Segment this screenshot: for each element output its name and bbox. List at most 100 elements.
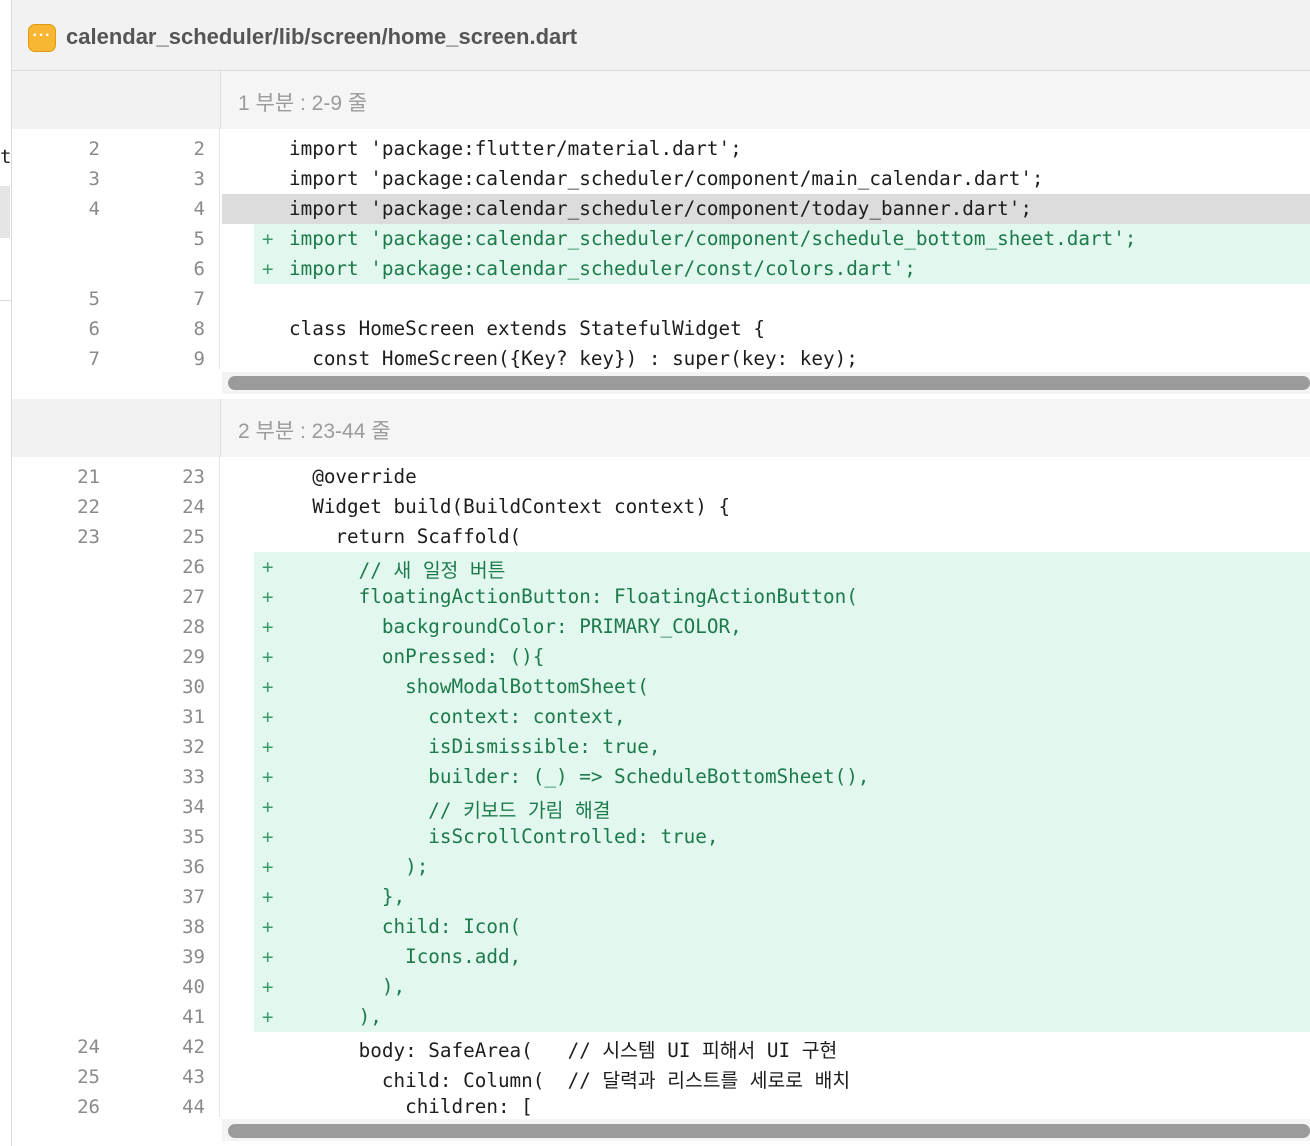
- old-line-number: 6: [88, 318, 100, 340]
- old-line-number: 5: [88, 288, 100, 310]
- added-marker: +: [262, 916, 274, 938]
- code-text: ),: [289, 1005, 382, 1028]
- added-marker: +: [262, 556, 274, 578]
- diff-line: 24 42 body: SafeArea( // 시스템 UI 피해서 UI 구현: [12, 1032, 1310, 1062]
- ellipsis-icon[interactable]: ···: [28, 24, 56, 52]
- code-text: floatingActionButton: FloatingActionButt…: [289, 585, 858, 608]
- new-line-number: 38: [182, 916, 205, 938]
- new-line-number: 32: [182, 736, 205, 758]
- diff-line: 6 8 class HomeScreen extends StatefulWidge…: [12, 314, 1310, 344]
- code-text: onPressed: (){: [289, 645, 545, 668]
- old-line-number: 26: [77, 1096, 100, 1118]
- new-line-number: 31: [182, 706, 205, 728]
- diff-line-added: 38 + child: Icon(: [12, 912, 1310, 942]
- section-title: 1 부분 : 2-9 줄: [238, 92, 368, 115]
- diff-line: 22 24 Widget build(BuildContext context) …: [12, 492, 1310, 522]
- new-line-number: 3: [193, 168, 205, 190]
- diff-line: 21 23 @override: [12, 462, 1310, 492]
- new-line-number: 34: [182, 796, 205, 818]
- new-line-number: 42: [182, 1036, 205, 1058]
- added-marker: +: [262, 976, 274, 998]
- old-line-number: 4: [88, 198, 100, 220]
- code-text: backgroundColor: PRIMARY_COLOR,: [289, 615, 742, 638]
- code-text: import 'package:flutter/material.dart';: [289, 137, 742, 160]
- code-text: showModalBottomSheet(: [289, 675, 649, 698]
- new-line-number: 28: [182, 616, 205, 638]
- diff-line: 57: [12, 284, 1310, 314]
- section-title: 2 부분 : 23-44 줄: [238, 420, 391, 443]
- diff-line: 7 9 const HomeScreen({Key? key}) : super(…: [12, 344, 1310, 369]
- added-marker: +: [262, 1006, 274, 1028]
- code-text: Icons.add,: [289, 945, 522, 968]
- code-text: isScrollControlled: true,: [289, 825, 719, 848]
- diff-line: 4 4 import 'package:calendar_scheduler/com…: [12, 194, 1310, 224]
- old-line-number: 25: [77, 1066, 100, 1088]
- diff-line-added: 6 + import 'package:calendar_scheduler/con…: [12, 254, 1310, 284]
- new-line-number: 6: [193, 258, 205, 280]
- added-marker: +: [262, 228, 274, 250]
- new-line-number: 43: [182, 1066, 205, 1088]
- diff-line-added: 27 + floatingActionButton: FloatingAction…: [12, 582, 1310, 612]
- new-line-number: 41: [182, 1006, 205, 1028]
- new-line-number: 24: [182, 496, 205, 518]
- new-line-number: 27: [182, 586, 205, 608]
- diff-line-added: 33 + builder: (_) => ScheduleBottomSheet(…: [12, 762, 1310, 792]
- added-marker: +: [262, 766, 274, 788]
- section-header-1: 1 부분 : 2-9 줄: [12, 71, 1310, 129]
- code-text: import 'package:calendar_scheduler/compo…: [289, 227, 1137, 250]
- new-line-number: 26: [182, 556, 205, 578]
- diff-line-added: 31 + context: context,: [12, 702, 1310, 732]
- diff-line: 3 3 import 'package:calendar_scheduler/com…: [12, 164, 1310, 194]
- code-text: @override: [289, 465, 417, 488]
- new-line-number: 2: [193, 138, 205, 160]
- code-text: // 키보드 가림 해결: [289, 799, 611, 822]
- code-text: children: [: [289, 1095, 533, 1118]
- new-line-number: 4: [193, 198, 205, 220]
- diff-section-1: 2 2 import 'package:flutter/material.dart'…: [12, 134, 1310, 369]
- old-line-number: 24: [77, 1036, 100, 1058]
- added-marker: +: [262, 676, 274, 698]
- new-line-number: 37: [182, 886, 205, 908]
- diff-section-2: 21 23 @override 22 24 Widget build(BuildCon…: [12, 462, 1310, 1118]
- left-panel-selection: [0, 186, 10, 238]
- added-marker: +: [262, 646, 274, 668]
- added-marker: +: [262, 586, 274, 608]
- left-panel-text-fragment: t: [0, 146, 12, 168]
- new-line-number: 33: [182, 766, 205, 788]
- new-line-number: 35: [182, 826, 205, 848]
- added-marker: +: [262, 886, 274, 908]
- code-text: context: context,: [289, 705, 626, 728]
- code-text: child: Icon(: [289, 915, 522, 938]
- new-line-number: 8: [193, 318, 205, 340]
- code-text: Widget build(BuildContext context) {: [289, 495, 731, 518]
- code-text: ),: [289, 975, 406, 998]
- added-marker: +: [262, 736, 274, 758]
- added-marker: +: [262, 826, 274, 848]
- diff-line: 2 2 import 'package:flutter/material.dart'…: [12, 134, 1310, 164]
- added-marker: +: [262, 706, 274, 728]
- code-text: );: [289, 855, 429, 878]
- diff-line-added: 37 + },: [12, 882, 1310, 912]
- new-line-number: 9: [193, 348, 205, 369]
- added-marker: +: [262, 258, 274, 280]
- file-header: ··· calendar_scheduler/lib/screen/home_s…: [12, 0, 1310, 71]
- horizontal-scrollbar[interactable]: [228, 376, 1310, 390]
- code-text: child: Column( // 달력과 리스트를 세로로 배치: [289, 1069, 851, 1092]
- new-line-number: 39: [182, 946, 205, 968]
- added-marker: +: [262, 796, 274, 818]
- new-line-number: 7: [193, 288, 205, 310]
- section-header-2: 2 부분 : 23-44 줄: [12, 399, 1310, 457]
- added-marker: +: [262, 946, 274, 968]
- diff-line-added: 30 + showModalBottomSheet(: [12, 672, 1310, 702]
- old-line-number: 3: [88, 168, 100, 190]
- diff-line-added: 5 + import 'package:calendar_scheduler/com…: [12, 224, 1310, 254]
- horizontal-scrollbar[interactable]: [228, 1124, 1310, 1138]
- file-path-title: calendar_scheduler/lib/screen/home_scree…: [66, 24, 578, 49]
- diff-line: 26 44 children: [: [12, 1092, 1310, 1118]
- new-line-number: 44: [182, 1096, 205, 1118]
- diff-line-added: 34 + // 키보드 가림 해결: [12, 792, 1310, 822]
- diff-line-added: 39 + Icons.add,: [12, 942, 1310, 972]
- diff-line-added: 26 + // 새 일정 버튼: [12, 552, 1310, 582]
- new-line-number: 25: [182, 526, 205, 548]
- new-line-number: 40: [182, 976, 205, 998]
